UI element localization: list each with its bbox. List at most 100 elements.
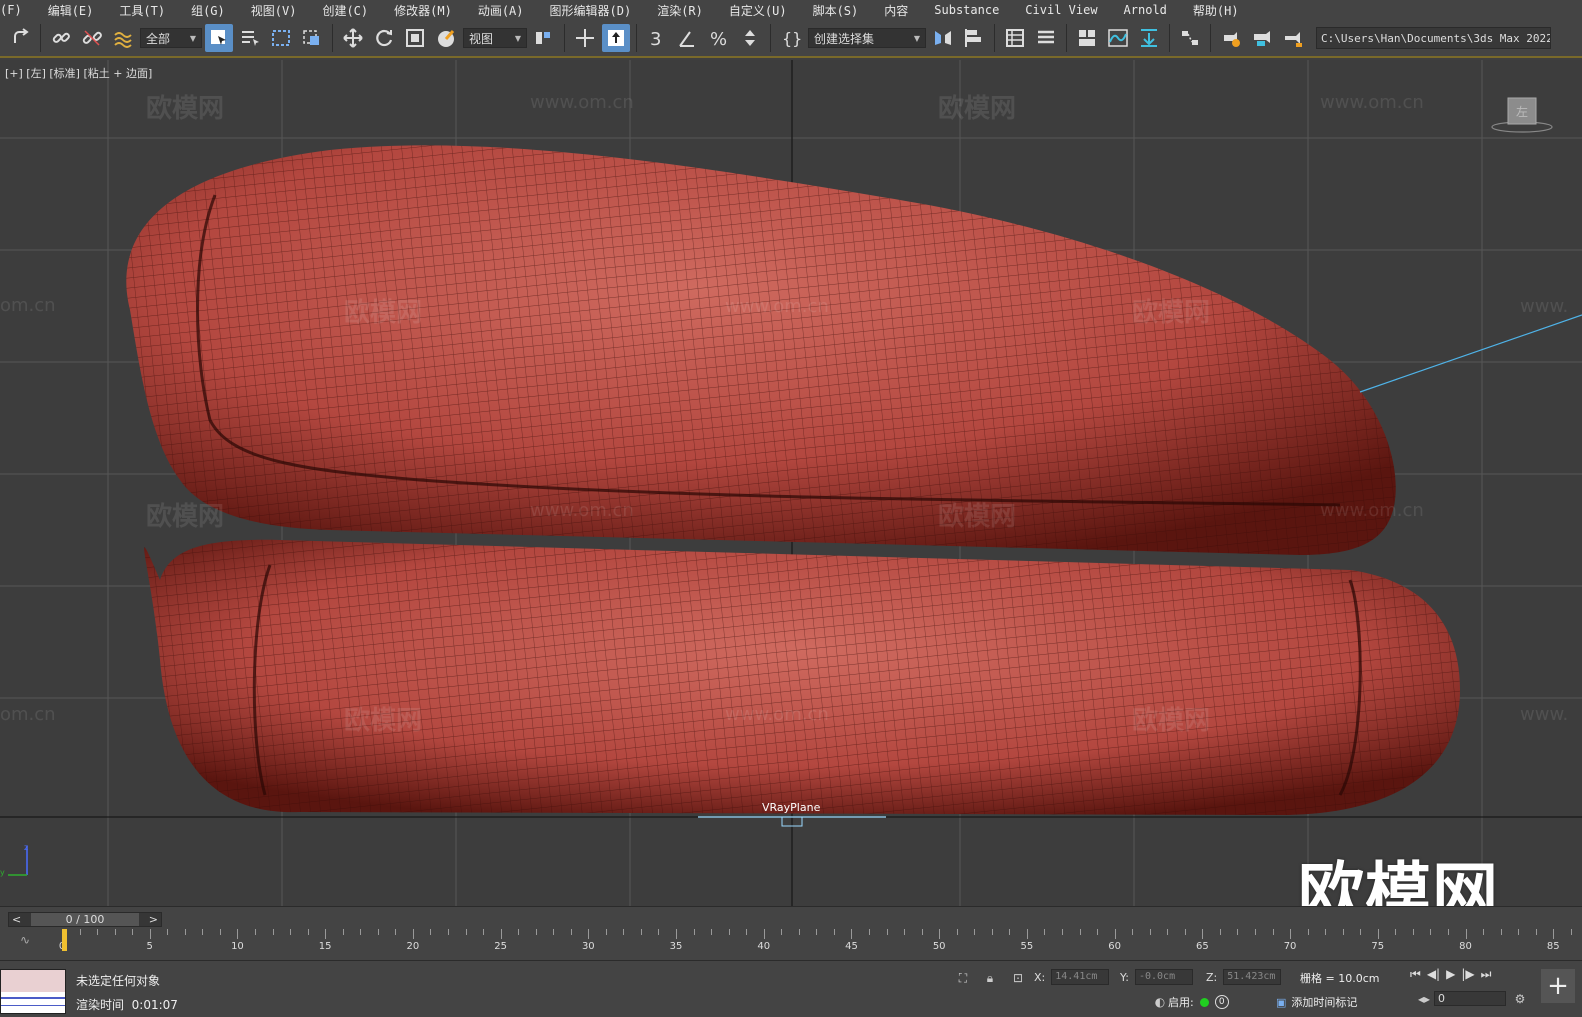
snap-3d-icon[interactable]: 3 xyxy=(643,24,671,52)
previous-frame-icon[interactable]: ◀| xyxy=(1427,967,1440,982)
menu-file[interactable]: (F) xyxy=(0,3,35,17)
goto-end-icon[interactable]: ⏭ xyxy=(1481,967,1492,982)
separator xyxy=(332,24,333,52)
menu-arnold[interactable]: Arnold xyxy=(1111,3,1180,17)
chevron-down-icon: ▼ xyxy=(189,33,196,43)
frame-display[interactable]: 0 / 100 xyxy=(31,913,139,926)
timeline-tick xyxy=(1184,929,1186,935)
play-icon[interactable]: ▶ xyxy=(1446,967,1455,982)
select-manipulate-icon[interactable] xyxy=(571,24,599,52)
scale-icon[interactable] xyxy=(401,24,429,52)
mini-curve-editor-icon[interactable]: ∿ xyxy=(20,933,30,947)
isolate-selection-icon[interactable]: ⛶ xyxy=(955,970,971,986)
selection-filter-dropdown[interactable]: 全部 ▼ xyxy=(140,28,202,48)
layer-explorer-icon[interactable] xyxy=(1001,24,1029,52)
viewcube[interactable]: 左 xyxy=(1490,97,1554,135)
timeline-tick xyxy=(465,929,467,935)
vrayplane-object-label[interactable]: VRayPlane xyxy=(762,801,820,814)
chevron-right-icon[interactable]: > xyxy=(149,913,161,926)
redo-icon[interactable] xyxy=(6,24,34,52)
menu-content[interactable]: 内容 xyxy=(871,2,921,19)
named-selection-sets-dropdown[interactable]: 创建选择集 ▼ xyxy=(808,28,926,48)
pivot-icon[interactable] xyxy=(530,24,558,52)
svg-text:{}: {} xyxy=(782,29,802,48)
menu-views[interactable]: 视图(V) xyxy=(238,2,310,19)
menu-customize[interactable]: 自定义(U) xyxy=(716,2,800,19)
add-time-tag[interactable]: ▣ 添加时间标记 xyxy=(1276,994,1357,1010)
menu-edit[interactable]: 编辑(E) xyxy=(35,2,107,19)
schematic-view-icon[interactable] xyxy=(1135,24,1163,52)
menu-rendering[interactable]: 渲染(R) xyxy=(644,2,716,19)
move-icon[interactable] xyxy=(339,24,367,52)
key-mode-icon[interactable]: ◂▸ xyxy=(1416,991,1432,1007)
align-icon[interactable] xyxy=(960,24,988,52)
window-crossing-icon[interactable] xyxy=(298,24,326,52)
current-frame-field[interactable]: 0 xyxy=(1434,991,1506,1006)
reference-coord-dropdown[interactable]: 视图 ▼ xyxy=(463,28,527,48)
link-icon[interactable] xyxy=(47,24,75,52)
spinner-snap-icon[interactable] xyxy=(736,24,764,52)
timeline-tick xyxy=(1254,929,1256,935)
edit-named-sets-icon[interactable]: {} xyxy=(777,24,805,52)
goto-start-icon[interactable]: ⏮ xyxy=(1410,967,1421,982)
viewport-label-menu[interactable]: [+] [左] [标准] [粘土 + 边面] xyxy=(5,65,152,81)
time-config-icon[interactable]: ⚙ xyxy=(1512,991,1528,1007)
watermark: 欧模网 xyxy=(1132,298,1211,328)
time-slider[interactable]: < 0 / 100 > xyxy=(8,912,162,927)
menu-tools[interactable]: 工具(T) xyxy=(106,2,178,19)
select-object-icon[interactable] xyxy=(205,24,233,52)
timeline-tick xyxy=(430,929,432,935)
bind-space-warp-icon[interactable] xyxy=(109,24,137,52)
angle-snap-icon[interactable] xyxy=(674,24,702,52)
watermark: 欧模网 xyxy=(1132,706,1211,736)
percent-snap-icon[interactable]: % xyxy=(705,24,733,52)
project-path-dropdown[interactable]: C:\Users\Han\Documents\3ds Max 2022▼ xyxy=(1316,27,1551,49)
track-bar[interactable]: 0510152025303540455055606570758085 xyxy=(59,929,1572,959)
graph-editor-icon[interactable] xyxy=(1073,24,1101,52)
enable-count[interactable]: 0 xyxy=(1214,995,1229,1009)
chevron-left-icon[interactable]: < xyxy=(9,913,21,926)
maxscript-listener-mini[interactable] xyxy=(0,969,66,1014)
unlink-icon[interactable] xyxy=(78,24,106,52)
render-setup-icon[interactable] xyxy=(1217,24,1245,52)
render-frame-icon[interactable] xyxy=(1248,24,1276,52)
menu-modifiers[interactable]: 修改器(M) xyxy=(381,2,465,19)
x-field[interactable]: 14.41cm xyxy=(1051,969,1110,985)
material-editor-icon[interactable] xyxy=(1176,24,1204,52)
select-by-name-icon[interactable] xyxy=(236,24,264,52)
menu-animation[interactable]: 动画(A) xyxy=(465,2,537,19)
timeline-tick xyxy=(1219,929,1221,935)
timeline-tick xyxy=(1307,929,1309,935)
adaptive-degradation-icon[interactable]: ◐ xyxy=(1152,994,1168,1010)
timeline-tick xyxy=(869,929,871,935)
place-icon[interactable] xyxy=(432,24,460,52)
playback-controls: ⏮ ◀| ▶ |▶ ⏭ xyxy=(1410,967,1491,982)
z-field[interactable]: 51.423cm xyxy=(1223,969,1282,985)
menu-help[interactable]: 帮助(H) xyxy=(1180,2,1252,19)
mirror-icon[interactable] xyxy=(929,24,957,52)
axis-tripod-icon: z y xyxy=(0,843,28,877)
menu-civil-view[interactable]: Civil View xyxy=(1012,3,1110,17)
absolute-mode-icon[interactable]: ⊡ xyxy=(1010,970,1026,986)
left-viewport[interactable]: z y [+] [左] [标准] [粘土 + 边面] 欧模网 www.om.cn… xyxy=(0,60,1582,906)
toggle-ribbon-icon[interactable] xyxy=(1032,24,1060,52)
lock-icon[interactable]: 🔒︎ xyxy=(982,970,998,986)
add-viewport-icon[interactable]: + xyxy=(1541,969,1575,1003)
main-toolbar: 全部 ▼ 视图 ▼ 3 % {} 创建选择集 ▼ C:\Users\Han\Do… xyxy=(0,20,1582,58)
menu-group[interactable]: 组(G) xyxy=(178,2,238,19)
rect-region-icon[interactable] xyxy=(267,24,295,52)
render-icon[interactable] xyxy=(1279,24,1307,52)
menu-substance[interactable]: Substance xyxy=(921,3,1012,17)
timeline-tick-label: 35 xyxy=(669,941,683,952)
auto-key-enable: 启用: 0 xyxy=(1168,994,1229,1010)
timeline-tick xyxy=(851,929,853,939)
rotate-icon[interactable] xyxy=(370,24,398,52)
y-field[interactable]: -0.0cm xyxy=(1134,969,1193,985)
menu-scripting[interactable]: 脚本(S) xyxy=(800,2,872,19)
menu-graph-editors[interactable]: 图形编辑器(D) xyxy=(537,2,645,19)
menu-create[interactable]: 创建(C) xyxy=(309,2,381,19)
keyboard-shortcut-override-icon[interactable] xyxy=(602,24,630,52)
curve-editor-icon[interactable] xyxy=(1104,24,1132,52)
current-frame-marker[interactable] xyxy=(62,929,67,951)
next-frame-icon[interactable]: |▶ xyxy=(1461,967,1474,982)
